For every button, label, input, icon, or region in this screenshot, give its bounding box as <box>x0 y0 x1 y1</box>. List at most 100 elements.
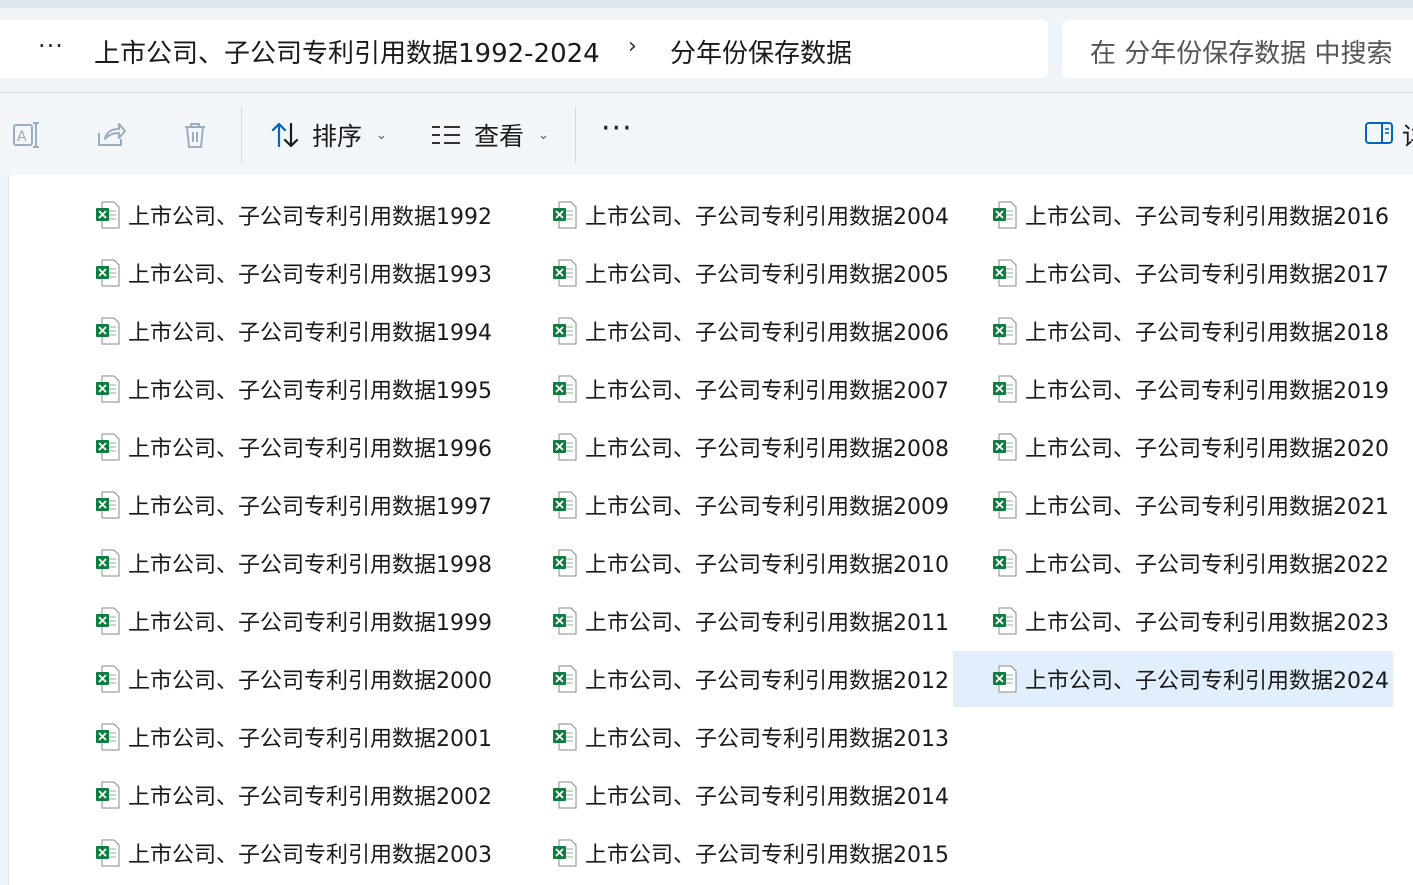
file-name: 上市公司、子公司专利引用数据2024 <box>1025 669 1389 694</box>
breadcrumb-segment-current[interactable]: 分年份保存数据 <box>670 33 852 70</box>
window-top-edge <box>0 0 1413 8</box>
file-name: 上市公司、子公司专利引用数据2018 <box>1025 321 1389 346</box>
file-list: 上市公司、子公司专利引用数据1992 上市公司、子公司专利引用数据1993 上市公司… <box>0 175 1413 885</box>
excel-file-icon <box>553 665 577 693</box>
file-name: 上市公司、子公司专利引用数据2012 <box>585 669 949 694</box>
file-name: 上市公司、子公司专利引用数据2003 <box>128 843 492 868</box>
file-item[interactable]: 上市公司、子公司专利引用数据2024 <box>953 651 1393 707</box>
more-options-button[interactable]: ··· <box>601 111 633 146</box>
file-item[interactable]: 上市公司、子公司专利引用数据2005 <box>513 245 953 301</box>
file-item[interactable]: 上市公司、子公司专利引用数据1998 <box>56 535 496 591</box>
file-name: 上市公司、子公司专利引用数据2017 <box>1025 263 1389 288</box>
file-name: 上市公司、子公司专利引用数据2008 <box>585 437 949 462</box>
file-item[interactable]: 上市公司、子公司专利引用数据2019 <box>953 361 1393 417</box>
excel-file-icon <box>993 201 1017 229</box>
sort-button[interactable]: 排序 ⌄ <box>270 115 387 155</box>
address-row: › ··· 上市公司、子公司专利引用数据1992-2024 › 分年份保存数据 … <box>0 8 1413 92</box>
file-item[interactable]: 上市公司、子公司专利引用数据2006 <box>513 303 953 359</box>
file-item[interactable]: 上市公司、子公司专利引用数据1995 <box>56 361 496 417</box>
excel-file-icon <box>993 433 1017 461</box>
file-item[interactable]: 上市公司、子公司专利引用数据2017 <box>953 245 1393 301</box>
file-name: 上市公司、子公司专利引用数据1996 <box>128 437 492 462</box>
file-name: 上市公司、子公司专利引用数据1994 <box>128 321 492 346</box>
details-pane-icon[interactable] <box>1364 120 1394 146</box>
excel-file-icon <box>993 317 1017 345</box>
file-name: 上市公司、子公司专利引用数据1995 <box>128 379 492 404</box>
file-item[interactable]: 上市公司、子公司专利引用数据2021 <box>953 477 1393 533</box>
file-name: 上市公司、子公司专利引用数据2016 <box>1025 205 1389 230</box>
excel-file-icon <box>993 491 1017 519</box>
file-item[interactable]: 上市公司、子公司专利引用数据2014 <box>513 767 953 823</box>
delete-icon[interactable] <box>179 119 211 151</box>
excel-file-icon <box>553 839 577 867</box>
excel-file-icon <box>993 607 1017 635</box>
excel-file-icon <box>553 549 577 577</box>
excel-file-icon <box>553 723 577 751</box>
file-item[interactable]: 上市公司、子公司专利引用数据2022 <box>953 535 1393 591</box>
file-item[interactable]: 上市公司、子公司专利引用数据1996 <box>56 419 496 475</box>
file-item[interactable]: 上市公司、子公司专利引用数据2009 <box>513 477 953 533</box>
excel-file-icon <box>553 317 577 345</box>
search-box[interactable]: 在 分年份保存数据 中搜索 <box>1062 20 1413 78</box>
excel-file-icon <box>553 259 577 287</box>
file-name: 上市公司、子公司专利引用数据1998 <box>128 553 492 578</box>
file-item[interactable]: 上市公司、子公司专利引用数据2018 <box>953 303 1393 359</box>
file-name: 上市公司、子公司专利引用数据2010 <box>585 553 949 578</box>
file-item[interactable]: 上市公司、子公司专利引用数据2020 <box>953 419 1393 475</box>
file-name: 上市公司、子公司专利引用数据2013 <box>585 727 949 752</box>
excel-file-icon <box>993 259 1017 287</box>
file-name: 上市公司、子公司专利引用数据2015 <box>585 843 949 868</box>
file-name: 上市公司、子公司专利引用数据2019 <box>1025 379 1389 404</box>
file-item[interactable]: 上市公司、子公司专利引用数据1993 <box>56 245 496 301</box>
file-item[interactable]: 上市公司、子公司专利引用数据2004 <box>513 187 953 243</box>
file-item[interactable]: 上市公司、子公司专利引用数据1994 <box>56 303 496 359</box>
excel-file-icon <box>553 491 577 519</box>
file-name: 上市公司、子公司专利引用数据2007 <box>585 379 949 404</box>
file-item[interactable]: 上市公司、子公司专利引用数据2000 <box>56 651 496 707</box>
excel-file-icon <box>96 433 120 461</box>
file-name: 上市公司、子公司专利引用数据2009 <box>585 495 949 520</box>
breadcrumb[interactable]: › ··· 上市公司、子公司专利引用数据1992-2024 › 分年份保存数据 <box>0 20 1048 78</box>
file-item[interactable]: 上市公司、子公司专利引用数据1999 <box>56 593 496 649</box>
file-item[interactable]: 上市公司、子公司专利引用数据1992 <box>56 187 496 243</box>
file-name: 上市公司、子公司专利引用数据2005 <box>585 263 949 288</box>
share-icon[interactable] <box>95 119 127 151</box>
view-button[interactable]: 查看 ⌄ <box>430 115 549 155</box>
sort-icon <box>271 122 299 148</box>
file-item[interactable]: 上市公司、子公司专利引用数据2001 <box>56 709 496 765</box>
file-item[interactable]: 上市公司、子公司专利引用数据2003 <box>56 825 496 881</box>
file-name: 上市公司、子公司专利引用数据1992 <box>128 205 492 230</box>
file-item[interactable]: 上市公司、子公司专利引用数据2013 <box>513 709 953 765</box>
excel-file-icon <box>96 665 120 693</box>
excel-file-icon <box>96 317 120 345</box>
file-item[interactable]: 上市公司、子公司专利引用数据2015 <box>513 825 953 881</box>
file-name: 上市公司、子公司专利引用数据1997 <box>128 495 492 520</box>
details-pane-label[interactable]: 详 <box>1402 117 1413 153</box>
excel-file-icon <box>553 375 577 403</box>
excel-file-icon <box>993 375 1017 403</box>
chevron-down-icon: ⌄ <box>538 127 549 143</box>
file-item[interactable]: 上市公司、子公司专利引用数据2012 <box>513 651 953 707</box>
excel-file-icon <box>96 723 120 751</box>
file-name: 上市公司、子公司专利引用数据2020 <box>1025 437 1389 462</box>
file-item[interactable]: 上市公司、子公司专利引用数据2023 <box>953 593 1393 649</box>
file-item[interactable]: 上市公司、子公司专利引用数据2010 <box>513 535 953 591</box>
file-item[interactable]: 上市公司、子公司专利引用数据2007 <box>513 361 953 417</box>
file-item[interactable]: 上市公司、子公司专利引用数据1997 <box>56 477 496 533</box>
file-item[interactable]: 上市公司、子公司专利引用数据2016 <box>953 187 1393 243</box>
file-name: 上市公司、子公司专利引用数据2000 <box>128 669 492 694</box>
rename-icon[interactable]: A <box>11 119 43 151</box>
sort-label: 排序 <box>312 122 363 151</box>
file-item[interactable]: 上市公司、子公司专利引用数据2011 <box>513 593 953 649</box>
breadcrumb-more-button[interactable]: ··· <box>38 32 64 60</box>
command-bar: A 排序 ⌄ 查看 ⌄ ··· <box>0 92 1413 176</box>
chevron-right-icon[interactable]: › <box>628 34 637 59</box>
toolbar-divider <box>241 107 242 163</box>
file-item[interactable]: 上市公司、子公司专利引用数据2008 <box>513 419 953 475</box>
file-item[interactable]: 上市公司、子公司专利引用数据2002 <box>56 767 496 823</box>
search-input[interactable]: 在 分年份保存数据 中搜索 <box>1090 33 1393 70</box>
file-name: 上市公司、子公司专利引用数据2014 <box>585 785 949 810</box>
excel-file-icon <box>553 781 577 809</box>
view-label: 查看 <box>474 122 525 151</box>
breadcrumb-segment-parent[interactable]: 上市公司、子公司专利引用数据1992-2024 <box>94 33 600 70</box>
